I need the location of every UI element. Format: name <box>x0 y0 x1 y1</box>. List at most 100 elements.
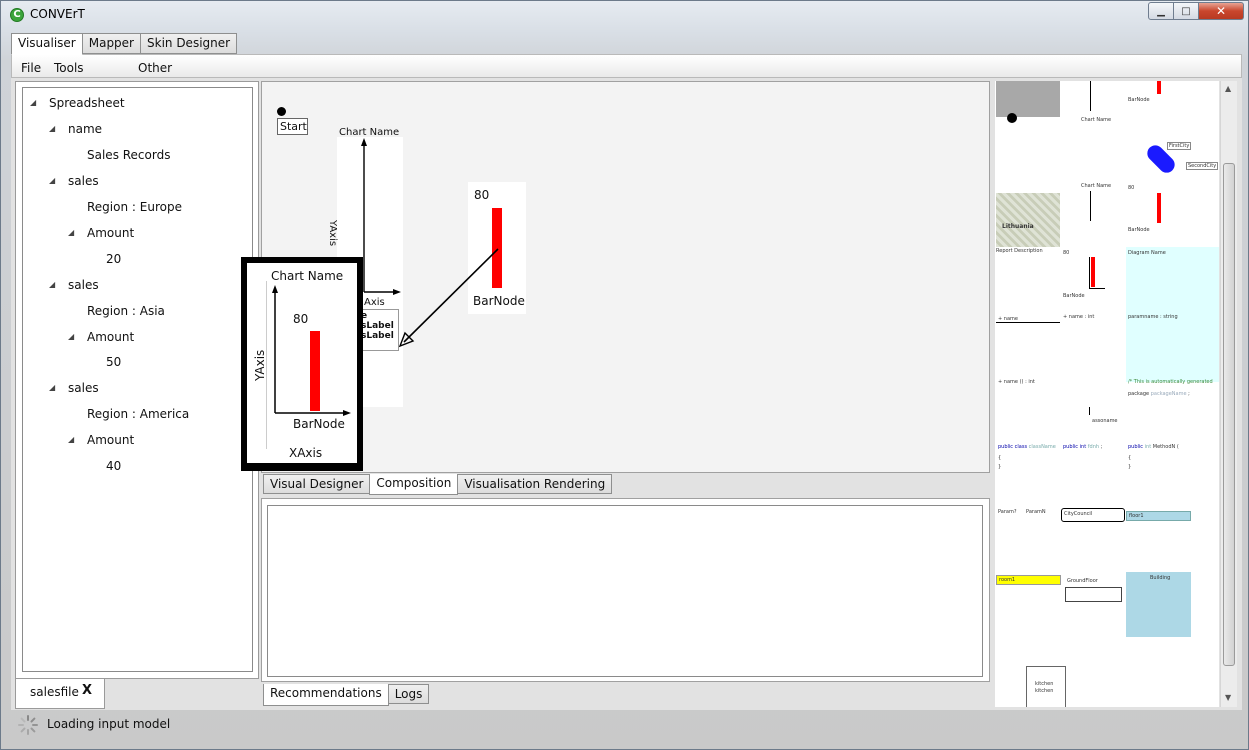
palette-bar-value-2: 80 <box>1063 250 1070 256</box>
palette-gray-skin[interactable] <box>996 81 1060 117</box>
tree-node-sales[interactable]: sales <box>68 174 99 188</box>
x-axis-arrow <box>343 410 351 416</box>
dragged-chart-axes <box>272 285 351 416</box>
tree-node-sales[interactable]: sales <box>68 278 99 292</box>
palette-uml-param[interactable]: paramname : string <box>1128 314 1178 320</box>
tree-node-name[interactable]: name <box>68 122 102 136</box>
app-window: C CONVErT ▁ □ ✕ Visualiser Mapper Skin D… <box>0 0 1249 750</box>
source-tree[interactable]: ◢ Spreadsheet ◢ name Sales Records ◢ sal… <box>22 87 253 672</box>
scrollbar-thumb[interactable] <box>1223 163 1235 666</box>
palette-room-label: room1 <box>999 577 1016 583</box>
palette-bar <box>1157 193 1161 223</box>
menu-bar: File Tools Other <box>11 54 1242 78</box>
tree-node-amount-value[interactable]: 20 <box>106 252 121 266</box>
palette-ground-floor[interactable] <box>1065 587 1122 602</box>
skin-palette[interactable]: Chart Name BarNode FirstCity SecondCity … <box>995 81 1219 707</box>
expand-arrow-icon[interactable]: ◢ <box>49 124 55 133</box>
y-axis-arrow <box>272 285 278 293</box>
menu-tools[interactable]: Tools <box>54 61 84 75</box>
tree-node-amount[interactable]: Amount <box>87 433 134 447</box>
scroll-down-icon[interactable]: ▼ <box>1225 693 1231 702</box>
minimize-icon: ▁ <box>1157 5 1165 17</box>
palette-bar-value: 80 <box>1128 185 1135 191</box>
close-tab-icon[interactable]: X <box>82 683 92 698</box>
palette-scrollbar[interactable]: ▲ ▼ <box>1220 81 1237 707</box>
tree-node-amount[interactable]: Amount <box>87 330 134 344</box>
expand-arrow-icon[interactable]: ◢ <box>68 332 74 341</box>
tree-node-region[interactable]: Region : Asia <box>87 304 165 318</box>
palette-map-skin[interactable]: Lithuania <box>996 193 1060 247</box>
tab-visualisation-rendering[interactable]: Visualisation Rendering <box>457 474 613 494</box>
bottom-tabs: Recommendations Logs <box>263 684 430 706</box>
expand-arrow-icon[interactable]: ◢ <box>68 228 74 237</box>
palette-axis <box>1089 288 1105 289</box>
title-bar[interactable]: C CONVErT ▁ □ ✕ <box>1 1 1249 29</box>
palette-package[interactable]: package packageName ; <box>1128 391 1190 397</box>
tree-node-amount-value[interactable]: 40 <box>106 459 121 473</box>
palette-kitchen[interactable]: kitchen kitchen <box>1026 666 1066 707</box>
menu-file[interactable]: File <box>21 61 41 75</box>
tree-node-region[interactable]: Region : America <box>87 407 189 421</box>
tab-skin-designer[interactable]: Skin Designer <box>140 33 238 54</box>
palette-second-city: SecondCity <box>1186 162 1219 170</box>
palette-barnode-label: BarNode <box>1128 97 1150 103</box>
dragged-chart-skin[interactable]: Chart Name YAxis 80 BarNode XAxis <box>241 257 363 471</box>
tree-node-amount-value[interactable]: 50 <box>106 355 121 369</box>
close-button[interactable]: ✕ <box>1199 2 1244 20</box>
visual-designer-canvas[interactable]: Start Chart Name YAxis Axis e sLabel sLa… <box>261 81 990 473</box>
palette-brace: } <box>1128 464 1132 470</box>
minimize-button[interactable]: ▁ <box>1148 2 1174 20</box>
connector-layer <box>361 138 499 348</box>
tab-logs[interactable]: Logs <box>387 684 430 704</box>
palette-room[interactable]: room1 <box>996 575 1061 585</box>
palette-bar <box>1157 81 1161 94</box>
expand-arrow-icon[interactable]: ◢ <box>68 435 74 444</box>
recommendations-list[interactable] <box>267 505 983 677</box>
palette-axis <box>1090 81 1091 111</box>
palette-city-council[interactable]: CityCouncil <box>1061 508 1125 522</box>
maximize-button[interactable]: □ <box>1174 2 1199 20</box>
palette-assoc-line <box>1089 407 1090 415</box>
tree-node-region[interactable]: Region : Europe <box>87 200 182 214</box>
palette-assoc-label: assoname <box>1092 418 1118 424</box>
dragged-chart-body: Chart Name YAxis 80 BarNode XAxis <box>247 263 357 463</box>
palette-comment[interactable]: /* This is automatically generated <box>1128 379 1213 385</box>
palette-params[interactable]: Param? ParamN <box>998 509 1046 515</box>
palette-code-class[interactable]: public class className <box>998 444 1056 450</box>
tree-node-root[interactable]: Spreadsheet <box>49 96 125 110</box>
palette-floor-label: floor1 <box>1129 513 1144 519</box>
expand-arrow-icon[interactable]: ◢ <box>49 280 55 289</box>
expand-arrow-icon[interactable]: ◢ <box>49 176 55 185</box>
tab-visualiser[interactable]: Visualiser <box>11 33 83 55</box>
tab-recommendations[interactable]: Recommendations <box>263 684 389 706</box>
close-icon: ✕ <box>1215 4 1227 18</box>
palette-floor[interactable]: floor1 <box>1126 511 1191 521</box>
menu-other[interactable]: Other <box>138 61 172 75</box>
palette-bar <box>1091 257 1095 287</box>
palette-diagram-name: Diagram Name <box>1128 250 1166 256</box>
palette-barnode-label-3: BarNode <box>1063 293 1085 299</box>
source-tree-panel: ◢ Spreadsheet ◢ name Sales Records ◢ sal… <box>15 81 259 679</box>
palette-chart-name-2: Chart Name <box>1081 183 1112 189</box>
expand-arrow-icon[interactable]: ◢ <box>49 383 55 392</box>
palette-axis <box>1090 191 1091 221</box>
palette-building-label: Building <box>1150 575 1171 581</box>
tab-mapper[interactable]: Mapper <box>81 33 141 54</box>
file-tab[interactable]: salesfile X <box>15 679 105 709</box>
scroll-up-icon[interactable]: ▲ <box>1225 84 1231 93</box>
status-text: Loading input model <box>47 717 171 731</box>
tree-node-amount[interactable]: Amount <box>87 226 134 240</box>
tab-composition[interactable]: Composition <box>369 474 459 495</box>
tab-visual-designer[interactable]: Visual Designer <box>263 474 371 494</box>
palette-building[interactable]: Building <box>1126 572 1191 637</box>
palette-axis <box>1089 257 1090 289</box>
palette-code-method[interactable]: public int MethodN ( <box>1128 444 1179 450</box>
tree-node-sales[interactable]: sales <box>68 381 99 395</box>
expand-arrow-icon[interactable]: ◢ <box>30 98 36 107</box>
palette-uml-field[interactable]: + name : int <box>1063 314 1094 320</box>
palette-code-field[interactable]: public int fdnh ; <box>1063 444 1102 450</box>
window-controls: ▁ □ ✕ <box>1148 2 1244 21</box>
main-tabs: Visualiser Mapper Skin Designer <box>11 33 238 55</box>
tree-node-name-value[interactable]: Sales Records <box>87 148 170 162</box>
palette-uml-method[interactable]: + name () : int <box>998 379 1035 385</box>
